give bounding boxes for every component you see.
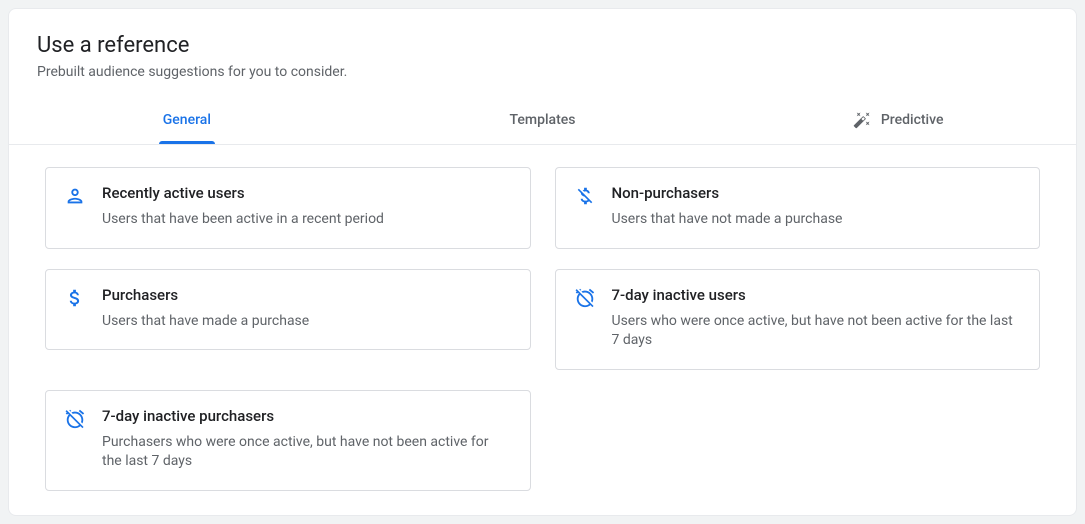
card-title: 7-day inactive purchasers <box>102 407 512 425</box>
card-body: 7-day inactive users Users who were once… <box>612 286 1022 351</box>
card-non-purchasers[interactable]: Non-purchasers Users that have not made … <box>555 167 1041 249</box>
tab-general[interactable]: General <box>9 96 365 144</box>
card-description: Purchasers who were once active, but hav… <box>102 433 512 472</box>
card-body: Non-purchasers Users that have not made … <box>612 184 1022 230</box>
card-seven-day-inactive-users[interactable]: 7-day inactive users Users who were once… <box>555 269 1041 370</box>
reference-panel: Use a reference Prebuilt audience sugges… <box>8 8 1077 516</box>
card-title: Non-purchasers <box>612 184 1022 202</box>
money-off-icon <box>574 185 596 207</box>
alarm-off-icon <box>64 408 86 430</box>
magic-wand-icon <box>853 111 871 129</box>
card-seven-day-inactive-purchasers[interactable]: 7-day inactive purchasers Purchasers who… <box>45 390 531 491</box>
tab-templates[interactable]: Templates <box>365 96 721 144</box>
cards-grid: Recently active users Users that have be… <box>9 145 1076 515</box>
card-description: Users that have made a purchase <box>102 312 512 332</box>
card-title: Recently active users <box>102 184 512 202</box>
card-body: 7-day inactive purchasers Purchasers who… <box>102 407 512 472</box>
tabs: General Templates Predictive <box>9 96 1076 145</box>
tab-predictive[interactable]: Predictive <box>720 96 1076 144</box>
card-recently-active-users[interactable]: Recently active users Users that have be… <box>45 167 531 249</box>
alarm-off-icon <box>574 287 596 309</box>
panel-subtitle: Prebuilt audience suggestions for you to… <box>37 64 1048 80</box>
tab-label: General <box>163 112 211 128</box>
panel-header: Use a reference Prebuilt audience sugges… <box>9 9 1076 96</box>
card-purchasers[interactable]: Purchasers Users that have made a purcha… <box>45 269 531 351</box>
tab-label: Predictive <box>881 112 944 128</box>
card-body: Recently active users Users that have be… <box>102 184 512 230</box>
card-title: Purchasers <box>102 286 512 304</box>
person-icon <box>64 185 86 207</box>
card-description: Users that have been active in a recent … <box>102 210 512 230</box>
tab-label: Templates <box>510 112 576 128</box>
card-description: Users who were once active, but have not… <box>612 312 1022 351</box>
card-description: Users that have not made a purchase <box>612 210 1022 230</box>
card-body: Purchasers Users that have made a purcha… <box>102 286 512 332</box>
panel-title: Use a reference <box>37 33 1048 58</box>
card-title: 7-day inactive users <box>612 286 1022 304</box>
dollar-icon <box>64 287 86 309</box>
